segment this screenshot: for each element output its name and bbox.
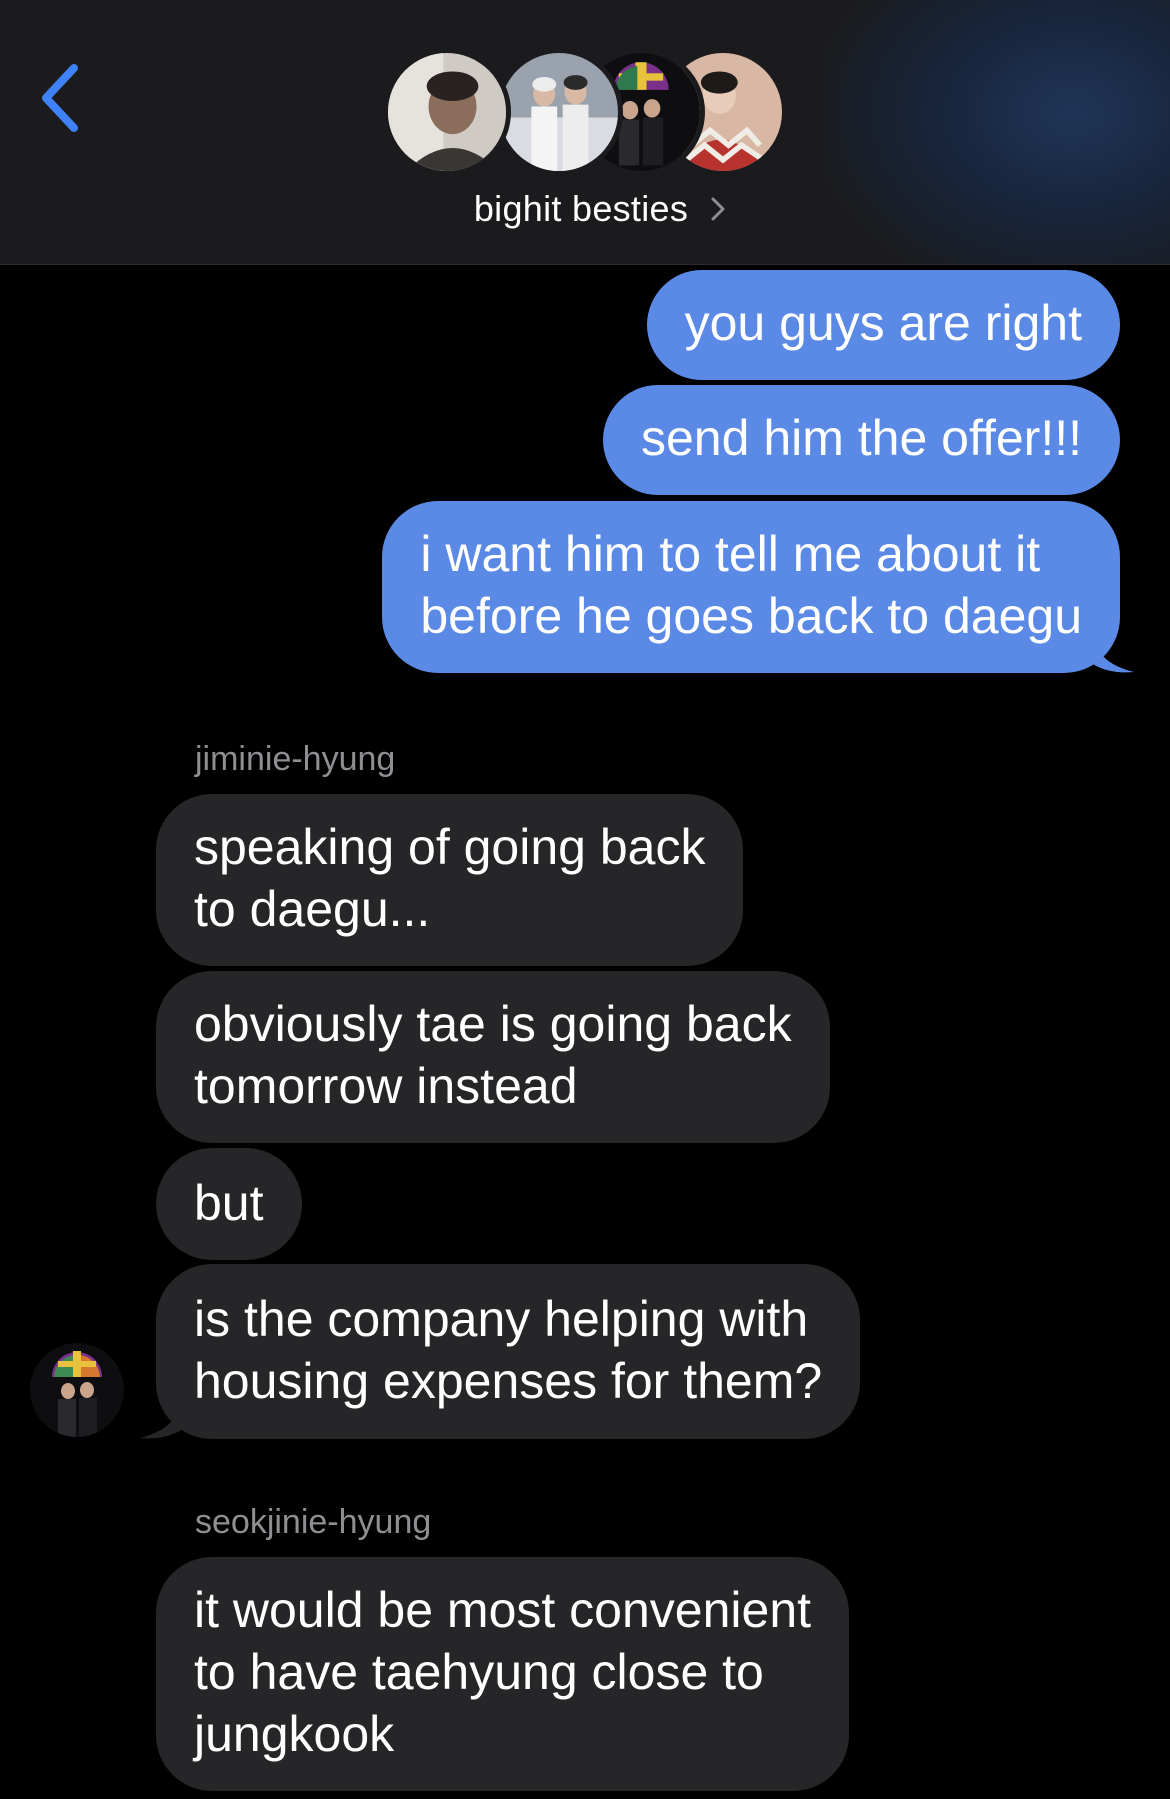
group-title: bighit besties [473,188,689,229]
incoming-message[interactable]: is the company helping with housing expe… [156,1264,861,1439]
outgoing-bubble-tail [1088,618,1134,673]
incoming-message[interactable]: it would be most convenient to have taeh… [156,1557,850,1791]
incoming-bubble-tail [140,1384,186,1439]
incoming-message[interactable]: but [156,1148,302,1260]
outgoing-message[interactable]: send him the offer!!! [603,385,1120,495]
outgoing-message[interactable]: you guys are right [646,270,1120,380]
chevron-right-icon [711,197,725,221]
contact-avatar[interactable] [30,1343,124,1437]
incoming-message[interactable]: speaking of going back to daegu... [156,794,744,966]
outgoing-message[interactable]: i want him to tell me about it before he… [382,501,1120,673]
sender-name: seokjinie-hyung [195,1503,432,1541]
avatar [495,48,623,176]
chevron-left-icon [42,64,78,132]
avatar [383,48,511,176]
back-button[interactable] [30,58,90,138]
sender-name: jiminie-hyung [195,740,396,778]
group-avatars[interactable] [383,48,803,176]
incoming-message[interactable]: obviously tae is going back tomorrow ins… [156,971,830,1143]
group-info-button[interactable]: bighit besties [0,186,1170,232]
conversation-header: bighit besties [0,0,1170,265]
